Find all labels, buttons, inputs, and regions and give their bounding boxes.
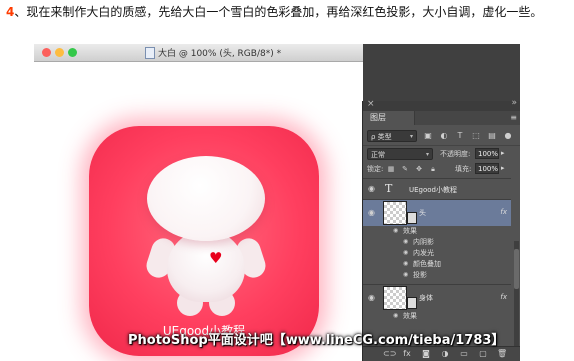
effect-name: 颜色叠加 <box>413 260 441 268</box>
blend-mode-value: 正常 <box>371 151 385 159</box>
fill-arrow-icon[interactable]: ▸ <box>501 164 505 172</box>
app-icon-artwork: ♥ UEgood小教程 <box>89 126 319 356</box>
trash-icon[interactable]: 🗑︎ <box>497 349 507 358</box>
lock-move-icon[interactable]: ✥ <box>415 165 423 173</box>
text-layer-icon: T <box>385 182 393 195</box>
shape-filter-icon[interactable]: ⬚ <box>471 131 481 140</box>
heart-icon: ♥ <box>209 249 223 267</box>
lock-row: 锁定: ▦ ✎ ✥ 🔒︎ 填充: 100% ▸ <box>363 161 520 177</box>
visibility-eye-icon[interactable]: ◉ <box>368 293 375 302</box>
document-canvas[interactable]: ♥ UEgood小教程 <box>34 62 363 361</box>
filter-toggle-icon[interactable]: ● <box>503 131 513 140</box>
link-layers-icon[interactable]: ⊂⊃ <box>383 349 396 358</box>
panel-header: × » <box>363 98 520 111</box>
panel-collapse-icon[interactable]: » <box>511 98 517 108</box>
layers-panel: × » 图层 ≡ ρ 类型 ▾ ▣ ◐ T ⬚ ▤ ● 正常 ▾ 不透明度: 100… <box>362 98 520 361</box>
layer-row-body[interactable]: ◉ 身体 fx <box>363 284 511 311</box>
blend-row: 正常 ▾ 不透明度: 100% ▸ <box>363 145 520 162</box>
effect-eye-icon[interactable]: ◉ <box>403 271 408 278</box>
layer-row-text[interactable]: ◉ T UEgood小教程 <box>363 178 511 199</box>
fill-field[interactable]: 100% <box>475 163 499 174</box>
type-filter-icon[interactable]: T <box>455 131 465 140</box>
effect-name: 投影 <box>413 271 427 279</box>
filter-type-value: ρ 类型 <box>371 133 392 141</box>
new-group-icon[interactable]: ▭ <box>459 349 469 358</box>
dropdown-arrow-icon: ▾ <box>409 133 413 140</box>
tutorial-caption: 4、现在来制作大白的质感，先给大白一个雪白的色彩叠加，再给深红色投影，大小自调，… <box>6 4 562 20</box>
bottom-icons: ⊂⊃ fx ◙ ◑ ▭ ▢ 🗑︎ <box>383 349 507 358</box>
add-mask-icon[interactable]: ◙ <box>421 349 431 358</box>
watermark-text: PhotoShop平面设计吧【www.lineCG.com/tieba/1783… <box>128 333 505 348</box>
effect-eye-icon[interactable]: ◉ <box>403 260 408 267</box>
add-style-icon[interactable]: fx <box>402 349 412 358</box>
adjustment-filter-icon[interactable]: ◐ <box>439 131 449 140</box>
panel-tabstrip <box>415 111 520 125</box>
lock-paint-icon[interactable]: ✎ <box>401 165 409 173</box>
effects-label: 效果 <box>403 227 417 235</box>
effect-row-color-overlay[interactable]: ◉ 颜色叠加 <box>363 259 511 270</box>
lock-all-icon[interactable]: 🔒︎ <box>429 165 437 173</box>
layer-mask-thumbnail <box>407 297 417 309</box>
document-title: 大白 @ 100% (头, RGB/8*) * <box>158 49 282 59</box>
layer-name: UEgood小教程 <box>409 186 457 194</box>
effect-row-drop-shadow[interactable]: ◉ 投影 <box>363 270 511 281</box>
effect-row-inner-shadow[interactable]: ◉ 内阴影 <box>363 237 511 248</box>
layer-fx-icon[interactable]: fx <box>500 293 507 301</box>
layer-thumbnail <box>383 286 407 310</box>
effect-eye-icon[interactable]: ◉ <box>403 249 408 256</box>
layer-name: 身体 <box>419 294 433 302</box>
filter-type-select[interactable]: ρ 类型 ▾ <box>367 130 417 142</box>
effect-row-inner-glow[interactable]: ◉ 内发光 <box>363 248 511 259</box>
maximize-window-button[interactable] <box>68 48 77 57</box>
effects-label: 效果 <box>403 312 417 320</box>
effect-name: 内发光 <box>413 249 434 257</box>
layer-row-head-selected[interactable]: ◉ 头 fx <box>363 199 511 226</box>
visibility-eye-icon[interactable]: ◉ <box>368 208 375 217</box>
visibility-eye-icon[interactable]: ◉ <box>368 184 375 193</box>
layer-mask-thumbnail <box>407 212 417 224</box>
step-text: 、现在来制作大白的质感，先给大白一个雪白的色彩叠加，再给深红色投影，大小自调，虚… <box>14 5 543 19</box>
opacity-label: 不透明度: <box>440 150 471 158</box>
panel-bottom-toolbar: ⊂⊃ fx ◙ ◑ ▭ ▢ 🗑︎ <box>363 346 520 361</box>
panel-menu-icon[interactable]: ≡ <box>510 111 517 125</box>
photoshop-window: 大白 @ 100% (头, RGB/8*) * ♥ UEgood小教程 × » … <box>34 44 520 361</box>
filter-row: ρ 类型 ▾ ▣ ◐ T ⬚ ▤ ● <box>363 127 520 145</box>
scrollbar-thumb[interactable] <box>514 249 519 289</box>
close-window-button[interactable] <box>42 48 51 57</box>
layer-thumbnail <box>383 201 407 225</box>
new-layer-icon[interactable]: ▢ <box>478 349 488 358</box>
filter-icons: ▣ ◐ T ⬚ ▤ ● <box>423 131 513 140</box>
minimize-window-button[interactable] <box>55 48 64 57</box>
smart-object-filter-icon[interactable]: ▤ <box>487 131 497 140</box>
effect-eye-icon[interactable]: ◉ <box>403 238 408 245</box>
lock-transparency-icon[interactable]: ▦ <box>387 165 395 173</box>
fill-label: 填充: <box>455 165 472 173</box>
layer-name: 头 <box>419 209 426 217</box>
dropdown-arrow-icon: ▾ <box>425 151 429 158</box>
effect-name: 内阴影 <box>413 238 434 246</box>
pixel-filter-icon[interactable]: ▣ <box>423 131 433 140</box>
tab-layers[interactable]: 图层 <box>363 111 415 125</box>
adjustment-layer-icon[interactable]: ◑ <box>440 349 450 358</box>
effects-group-row[interactable]: ◉ 效果 <box>363 226 511 237</box>
opacity-arrow-icon[interactable]: ▸ <box>501 149 505 157</box>
panel-close-icon[interactable]: × <box>367 99 375 109</box>
layers-scrollbar[interactable] <box>514 241 519 356</box>
document-titlebar[interactable]: 大白 @ 100% (头, RGB/8*) * <box>34 44 363 62</box>
lock-icons: ▦ ✎ ✥ 🔒︎ <box>387 165 437 173</box>
layer-fx-icon[interactable]: fx <box>500 208 507 216</box>
document-icon <box>145 47 155 59</box>
effect-eye-icon[interactable]: ◉ <box>393 312 398 319</box>
effects-group-row[interactable]: ◉ 效果 <box>363 311 511 322</box>
opacity-field[interactable]: 100% <box>475 148 499 159</box>
mascot-head <box>147 156 265 241</box>
blend-mode-select[interactable]: 正常 ▾ <box>367 148 433 160</box>
lock-label: 锁定: <box>367 165 384 173</box>
effect-eye-icon[interactable]: ◉ <box>393 227 398 234</box>
